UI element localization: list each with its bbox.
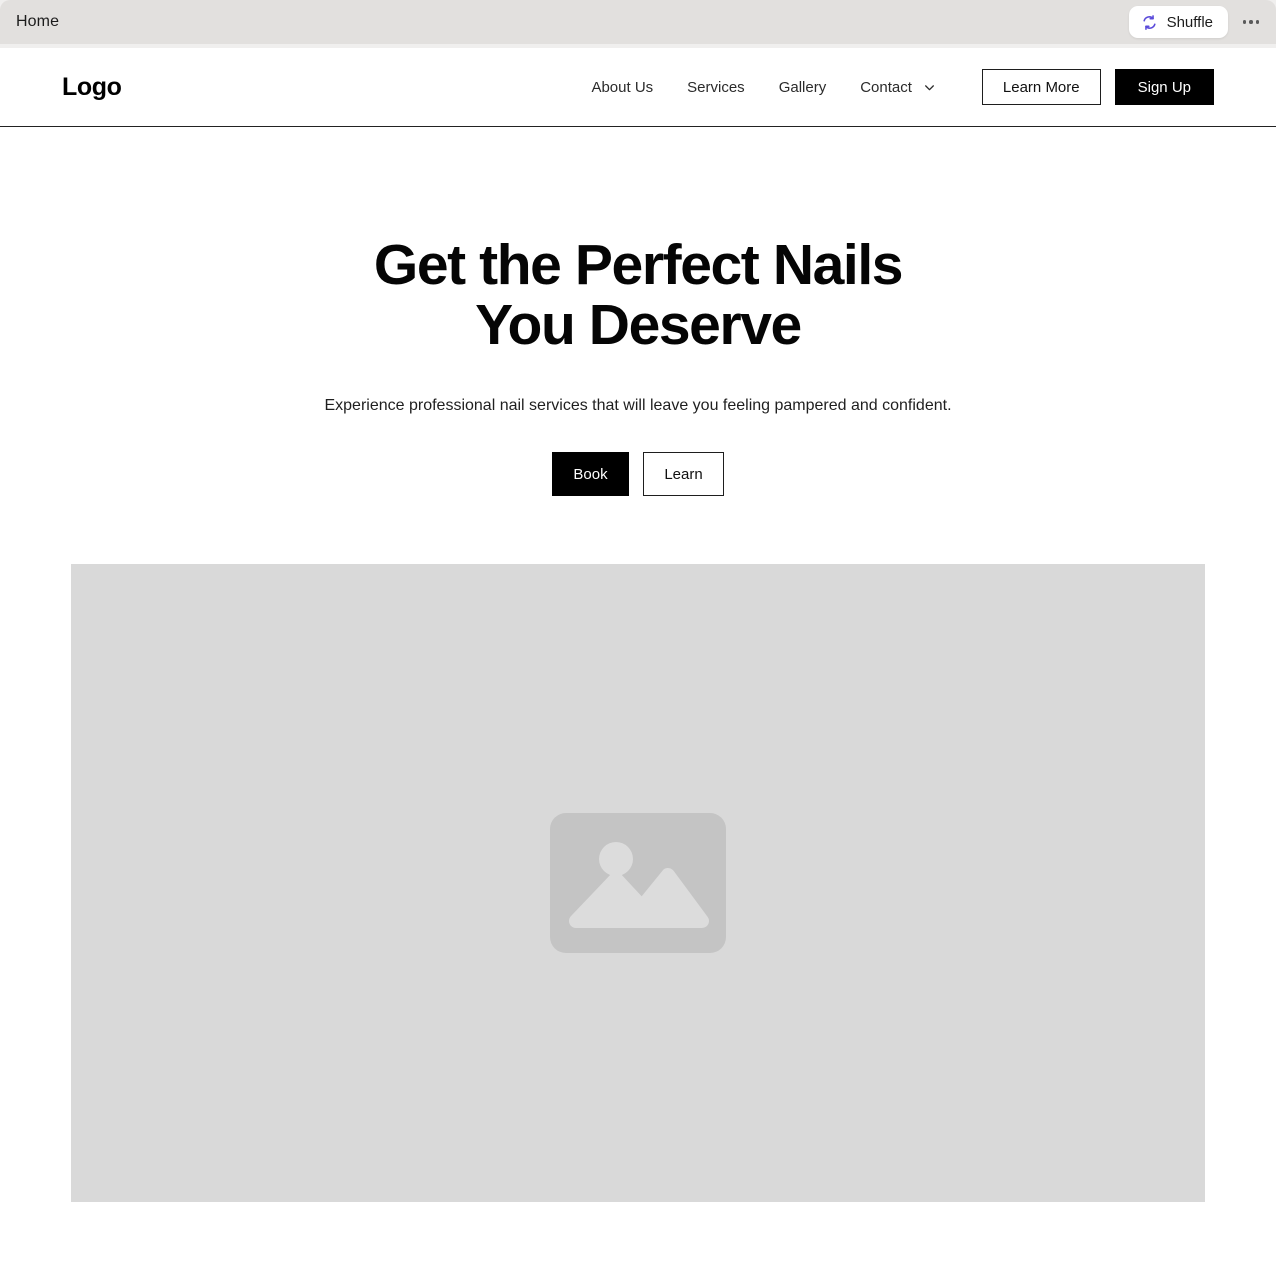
kebab-dot <box>1255 20 1260 24</box>
site-nav-menu: About Us Services Gallery Contact Learn … <box>589 69 1214 105</box>
hero-cta-group: Book Learn <box>0 452 1276 497</box>
browser-chrome-actions: Shuffle <box>1128 6 1264 38</box>
browser-tab-strip: Home Shuffle <box>0 0 1276 44</box>
image-placeholder-icon <box>550 813 726 954</box>
site-preview-viewport: Logo About Us Services Gallery Contact L… <box>0 48 1276 1276</box>
nav-dropdown-contact[interactable]: Contact <box>858 76 936 99</box>
book-button[interactable]: Book <box>552 452 629 497</box>
kebab-dot <box>1242 20 1247 24</box>
hero-media-wrapper <box>0 564 1276 1203</box>
nav-link-gallery[interactable]: Gallery <box>777 76 829 99</box>
nav-link-about-us[interactable]: About Us <box>589 76 655 99</box>
browser-tab-title[interactable]: Home <box>16 14 59 30</box>
shuffle-button[interactable]: Shuffle <box>1128 6 1228 38</box>
kebab-dot <box>1249 20 1253 24</box>
nav-dropdown-contact-label: Contact <box>860 78 912 96</box>
learn-more-button[interactable]: Learn More <box>981 69 1101 105</box>
sign-up-button[interactable]: Sign Up <box>1114 69 1214 105</box>
site-logo[interactable]: Logo <box>62 73 122 102</box>
shuffle-button-label: Shuffle <box>1166 13 1213 31</box>
shuffle-icon <box>1141 14 1158 31</box>
chevron-down-icon <box>923 81 936 94</box>
hero-image-placeholder[interactable] <box>71 564 1205 1203</box>
site-navbar: Logo About Us Services Gallery Contact L… <box>0 48 1276 127</box>
nav-link-services[interactable]: Services <box>685 76 747 99</box>
hero-section: Get the Perfect Nails You Deserve Experi… <box>0 127 1276 1203</box>
nav-action-buttons: Learn More Sign Up <box>981 69 1214 105</box>
browser-chrome: Home Shuffle <box>0 0 1276 48</box>
learn-button[interactable]: Learn <box>643 452 724 497</box>
hero-subheading: Experience professional nail services th… <box>324 396 952 414</box>
kebab-menu-icon[interactable] <box>1238 9 1264 35</box>
hero-heading: Get the Perfect Nails You Deserve <box>373 233 904 358</box>
